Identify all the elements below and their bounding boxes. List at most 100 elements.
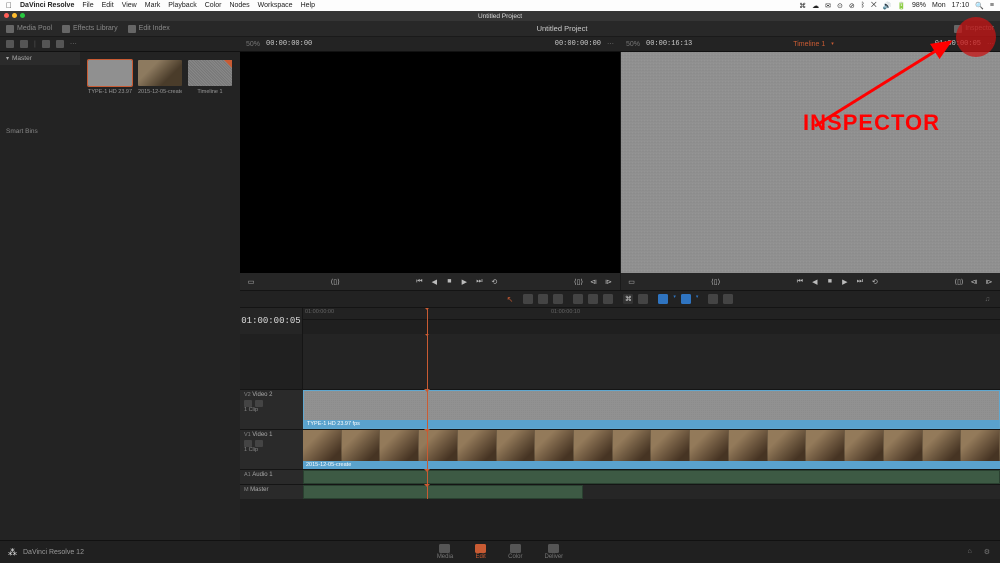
playhead[interactable] bbox=[427, 470, 428, 484]
stop-icon[interactable]: ■ bbox=[825, 277, 835, 287]
customize-icon[interactable] bbox=[723, 294, 733, 304]
menu-help[interactable]: Help bbox=[301, 2, 315, 9]
zoom-fit-icon[interactable] bbox=[708, 294, 718, 304]
close-icon[interactable] bbox=[4, 13, 9, 18]
timeline-clip[interactable]: 2015-12-05-create bbox=[303, 430, 1000, 469]
track-lane-v2[interactable]: TYPE-1 HD 23.97 fps bbox=[303, 390, 1000, 429]
media-pool-toggle[interactable]: Media Pool bbox=[6, 25, 52, 33]
playhead[interactable] bbox=[427, 334, 428, 389]
track-lane-v1[interactable]: 2015-12-05-create bbox=[303, 430, 1000, 469]
wifi-icon[interactable]: ⨉ bbox=[871, 2, 877, 10]
bin-thumb-icon[interactable] bbox=[20, 40, 28, 48]
zoom-icon[interactable] bbox=[20, 13, 25, 18]
selection-tool-icon[interactable]: ↖ bbox=[507, 295, 514, 304]
menu-nodes[interactable]: Nodes bbox=[229, 2, 249, 9]
mark-out-icon[interactable]: ⟨▯⟩ bbox=[574, 277, 584, 287]
effects-library-toggle[interactable]: Effects Library bbox=[62, 25, 118, 33]
bin-list-icon[interactable] bbox=[6, 40, 14, 48]
link-icon[interactable]: ⌘ bbox=[623, 294, 633, 304]
snap-icon[interactable] bbox=[658, 294, 668, 304]
mark-in-icon[interactable]: ⟨▯⟩ bbox=[330, 277, 340, 287]
playhead[interactable] bbox=[427, 430, 428, 469]
volume-icon[interactable]: 🔊 bbox=[883, 2, 892, 10]
clip-thumb[interactable]: TYPE-1 HD 23.97 fps... bbox=[88, 60, 132, 95]
flag-icon[interactable] bbox=[638, 294, 648, 304]
prev-frame-icon[interactable]: ◀ bbox=[810, 277, 820, 287]
bin-smart-bins[interactable]: Smart Bins bbox=[0, 125, 80, 138]
first-frame-icon[interactable]: ⏮ bbox=[414, 277, 424, 287]
ripple-icon[interactable] bbox=[588, 294, 598, 304]
blade-icon[interactable] bbox=[603, 294, 613, 304]
clip-thumb[interactable]: Timeline 1 bbox=[188, 60, 232, 95]
home-icon[interactable]: ⌂ bbox=[967, 548, 971, 556]
inspector-toggle[interactable]: Inspector bbox=[954, 25, 994, 33]
overwrite-icon[interactable] bbox=[538, 294, 548, 304]
bin-master[interactable]: Master bbox=[0, 52, 80, 65]
track-head-v1[interactable]: V1 Video 1 1 Clip bbox=[240, 430, 303, 469]
jog-prev-icon[interactable]: ⧏ bbox=[969, 277, 979, 287]
mark-out-icon[interactable]: ⟨▯⟩ bbox=[954, 277, 964, 287]
status-icon[interactable]: ☁︎ bbox=[812, 2, 819, 10]
menu-mark[interactable]: Mark bbox=[145, 2, 161, 9]
mixer-icon[interactable]: ♫ bbox=[985, 296, 990, 303]
playhead[interactable] bbox=[427, 485, 428, 499]
page-color[interactable]: Color bbox=[508, 544, 522, 560]
minimize-icon[interactable] bbox=[12, 13, 17, 18]
status-icon[interactable]: ⊘ bbox=[849, 2, 855, 10]
window-traffic-lights[interactable] bbox=[4, 13, 25, 18]
first-frame-icon[interactable]: ⏮ bbox=[795, 277, 805, 287]
playhead[interactable] bbox=[427, 390, 428, 429]
edit-index-toggle[interactable]: Edit Index bbox=[128, 25, 170, 33]
jog-next-icon[interactable]: ⧐ bbox=[604, 277, 614, 287]
track-lane-a1[interactable] bbox=[303, 470, 1000, 484]
prev-frame-icon[interactable]: ◀ bbox=[429, 277, 439, 287]
page-deliver[interactable]: Deliver bbox=[545, 544, 564, 560]
play-icon[interactable]: ▶ bbox=[459, 277, 469, 287]
stop-icon[interactable]: ■ bbox=[444, 277, 454, 287]
match-frame-icon[interactable]: ▭ bbox=[246, 277, 256, 287]
timeline-clip[interactable]: TYPE-1 HD 23.97 fps bbox=[303, 390, 1000, 429]
menu-color[interactable]: Color bbox=[205, 2, 222, 9]
timeline-selector[interactable]: Timeline 1 bbox=[793, 41, 825, 48]
track-head-master[interactable]: M Master bbox=[240, 485, 303, 499]
menu-extra-icon[interactable]: ≡ bbox=[990, 2, 994, 9]
loop-icon[interactable]: ⟲ bbox=[870, 277, 880, 287]
next-frame-icon[interactable]: ⏭ bbox=[855, 277, 865, 287]
timeline-audio-clip[interactable] bbox=[303, 470, 1000, 484]
page-media[interactable]: Media bbox=[437, 544, 453, 560]
next-frame-icon[interactable]: ⏭ bbox=[474, 277, 484, 287]
track-head-v2[interactable]: V2 Video 2 1 Clip bbox=[240, 390, 303, 429]
battery-icon[interactable]: 🔋 bbox=[897, 2, 906, 10]
playhead[interactable] bbox=[427, 308, 428, 334]
status-icon[interactable]: ⊙ bbox=[837, 2, 843, 10]
match-frame-icon[interactable]: ▭ bbox=[627, 277, 637, 287]
track-enable-icon[interactable] bbox=[255, 400, 263, 407]
page-edit[interactable]: Edit bbox=[475, 544, 486, 560]
apple-menu-icon[interactable]:  bbox=[6, 1, 12, 10]
marker-icon[interactable] bbox=[681, 294, 691, 304]
jog-next-icon[interactable]: ⧐ bbox=[984, 277, 994, 287]
menu-file[interactable]: File bbox=[82, 2, 93, 9]
timeline-empty-area[interactable] bbox=[303, 334, 1000, 389]
jog-prev-icon[interactable]: ⧏ bbox=[589, 277, 599, 287]
menu-workspace[interactable]: Workspace bbox=[258, 2, 293, 9]
source-zoom[interactable]: 50% bbox=[246, 41, 260, 48]
bluetooth-icon[interactable]: ᛒ bbox=[861, 2, 865, 9]
track-lock-icon[interactable] bbox=[244, 400, 252, 407]
timeline-audio-clip[interactable] bbox=[303, 485, 583, 499]
insert-icon[interactable] bbox=[523, 294, 533, 304]
source-canvas[interactable] bbox=[240, 52, 620, 273]
status-icon[interactable]: ✉︎ bbox=[825, 2, 831, 10]
track-lock-icon[interactable] bbox=[244, 440, 252, 447]
play-icon[interactable]: ▶ bbox=[840, 277, 850, 287]
spotlight-icon[interactable]: 🔍 bbox=[975, 2, 984, 10]
mark-in-icon[interactable]: ⟨▯⟩ bbox=[711, 277, 721, 287]
timeline-zoom[interactable]: 50% bbox=[626, 41, 640, 48]
timeline-canvas[interactable] bbox=[621, 52, 1000, 273]
settings-gear-icon[interactable]: ⚙ bbox=[984, 548, 990, 556]
menu-edit[interactable]: Edit bbox=[102, 2, 114, 9]
status-icon[interactable]: ⌘ bbox=[799, 2, 806, 10]
append-icon[interactable] bbox=[573, 294, 583, 304]
clip-thumb[interactable]: 2015-12-05-create.m... bbox=[138, 60, 182, 95]
timeline-ruler[interactable]: 01:00:00:00 01:00:00:10 bbox=[303, 308, 1000, 320]
